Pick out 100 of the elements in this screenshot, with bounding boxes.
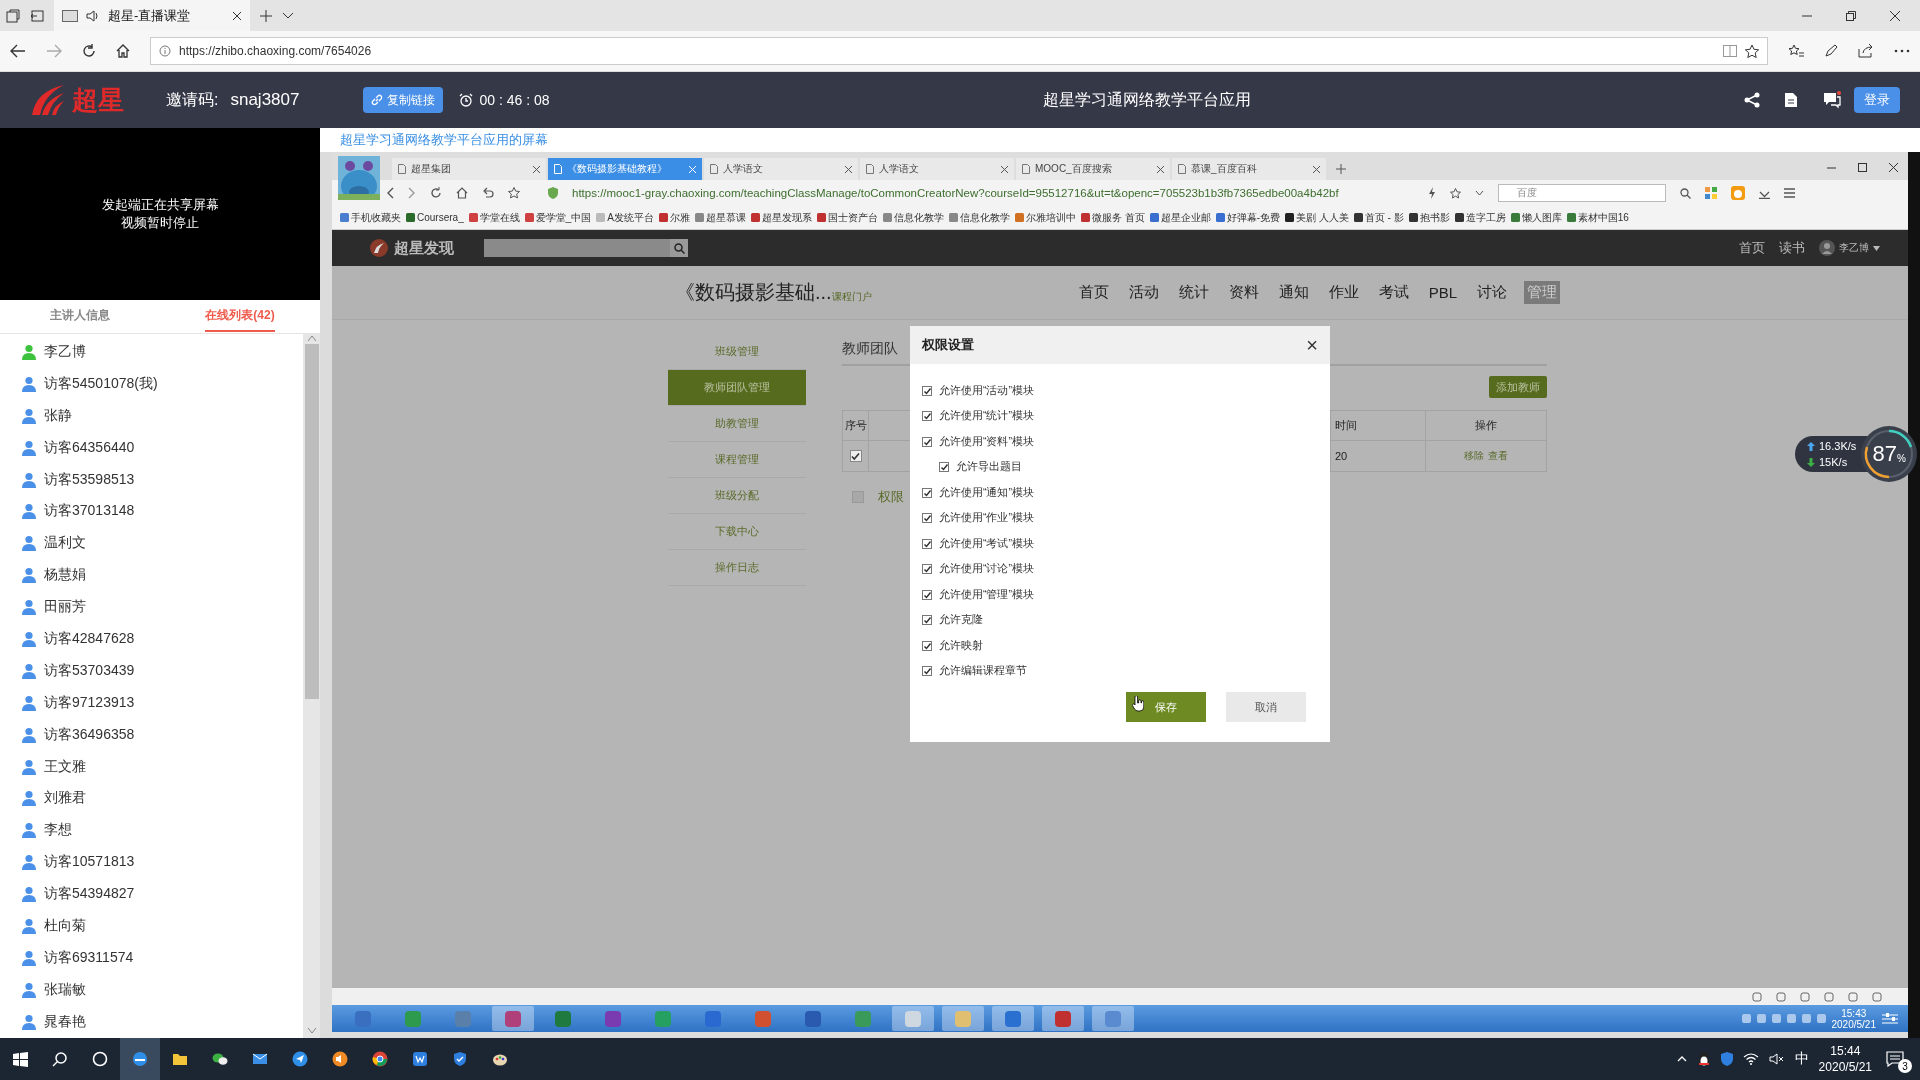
zoom-icon[interactable]: [1872, 991, 1882, 1002]
new-tab-icon[interactable]: [1336, 164, 1346, 174]
bookmark[interactable]: 信息化教学: [948, 210, 1010, 225]
share-icon[interactable]: [1744, 92, 1760, 108]
checkbox[interactable]: [849, 450, 862, 462]
speaker-icon[interactable]: [332, 1051, 348, 1067]
checkbox[interactable]: [922, 513, 932, 524]
course-nav-tab[interactable]: 活动: [1125, 281, 1162, 304]
tab-back-icon[interactable]: [30, 8, 44, 23]
menu-icon[interactable]: [1784, 188, 1795, 198]
browser-icon[interactable]: [132, 1051, 148, 1067]
course-nav-tab[interactable]: 通知: [1275, 281, 1312, 304]
course-nav-tab[interactable]: 作业: [1325, 281, 1362, 304]
star-icon[interactable]: [508, 187, 520, 199]
app-icon[interactable]: [504, 1009, 522, 1028]
home-icon[interactable]: [456, 187, 468, 199]
back-icon[interactable]: [386, 187, 394, 199]
scroll-up-icon[interactable]: [306, 334, 317, 342]
window-icon[interactable]: [1848, 991, 1858, 1002]
bookmark[interactable]: 好弹幕-免费: [1215, 210, 1281, 225]
lightning-icon[interactable]: [1428, 187, 1436, 199]
site-nav-link[interactable]: 读书: [1779, 239, 1805, 257]
input-method-indicator[interactable]: 中: [1794, 1050, 1809, 1068]
refresh-icon[interactable]: [1776, 991, 1786, 1002]
window-icon[interactable]: [6, 8, 20, 23]
user-name[interactable]: 李乙博: [1839, 241, 1869, 255]
bookmark[interactable]: 首页 - 影: [1353, 210, 1404, 225]
bookmark[interactable]: 手机收藏夹: [340, 210, 401, 225]
bookmark[interactable]: 尔雅: [658, 210, 690, 225]
pen-icon[interactable]: [1824, 44, 1838, 58]
chevron-down-icon[interactable]: [1475, 190, 1484, 196]
site-nav-link[interactable]: 首页: [1739, 239, 1765, 257]
bookmark[interactable]: 超星发现系: [750, 210, 812, 225]
save-button[interactable]: 保存: [1126, 692, 1206, 722]
browser-tab[interactable]: 人学语文: [860, 158, 1014, 180]
scroll-down-icon[interactable]: [306, 1027, 317, 1035]
bookmark[interactable]: 信息化教学: [882, 210, 944, 225]
search-icon[interactable]: [52, 1051, 68, 1067]
checkbox[interactable]: [922, 564, 932, 575]
share-icon[interactable]: [1858, 44, 1874, 58]
bookmark[interactable]: A发统平台: [596, 210, 654, 225]
bookmark[interactable]: Coursera_: [406, 212, 464, 223]
course-nav-tab[interactable]: 讨论: [1474, 281, 1510, 304]
chat-icon[interactable]: [212, 1051, 228, 1067]
close-icon[interactable]: [533, 165, 540, 173]
chevron-down-icon[interactable]: [282, 11, 294, 20]
checkbox[interactable]: [922, 385, 932, 396]
course-nav-tab[interactable]: 资料: [1225, 281, 1262, 304]
bookmark[interactable]: 素材中国16: [1566, 210, 1629, 225]
back-icon[interactable]: [10, 44, 26, 58]
course-nav-tab[interactable]: 首页: [1075, 281, 1112, 304]
close-icon[interactable]: [845, 165, 852, 173]
circle-icon[interactable]: [92, 1051, 108, 1067]
scrollbar[interactable]: [303, 334, 320, 1038]
paper-plane-icon[interactable]: [292, 1051, 308, 1067]
close-button[interactable]: ×: [1306, 335, 1318, 355]
close-icon[interactable]: [1890, 10, 1900, 21]
search-button[interactable]: [670, 239, 688, 257]
shield-icon[interactable]: [452, 1051, 468, 1067]
sliders-icon[interactable]: [1882, 1011, 1898, 1026]
mail-icon[interactable]: [252, 1051, 268, 1067]
checkbox[interactable]: [922, 436, 932, 447]
star-icon[interactable]: [1450, 187, 1461, 199]
grid-icon[interactable]: [1705, 187, 1717, 199]
bookmark[interactable]: 懒人图库: [1510, 210, 1562, 225]
close-icon[interactable]: [1313, 165, 1320, 173]
pin-icon[interactable]: [1752, 991, 1762, 1002]
document-icon[interactable]: [412, 1051, 428, 1067]
bookmark[interactable]: 超星慕课: [694, 210, 746, 225]
checkbox[interactable]: [922, 615, 932, 626]
checkbox[interactable]: [922, 666, 932, 677]
wifi-icon[interactable]: [1742, 1053, 1759, 1065]
browser-tab[interactable]: MOOC_百度搜索: [1016, 158, 1170, 180]
trash-icon[interactable]: [1800, 991, 1810, 1002]
chrome-icon[interactable]: [372, 1051, 388, 1067]
panel-tab[interactable]: 主讲人信息: [50, 301, 110, 332]
close-icon[interactable]: [232, 10, 242, 21]
new-tab-icon[interactable]: [260, 9, 272, 22]
course-nav-tab[interactable]: PBL: [1425, 282, 1460, 303]
checkbox[interactable]: [922, 538, 932, 549]
chat-icon[interactable]: [1822, 91, 1842, 109]
bookmark[interactable]: 学堂在线: [468, 210, 520, 225]
forward-icon[interactable]: [408, 187, 416, 199]
folder-icon[interactable]: [172, 1051, 188, 1067]
windows-logo-icon[interactable]: [12, 1051, 28, 1067]
checkbox[interactable]: [939, 462, 949, 473]
course-nav-tab[interactable]: 统计: [1175, 281, 1212, 304]
app-icon[interactable]: [1054, 1009, 1072, 1028]
undo-icon[interactable]: [482, 187, 494, 199]
reload-icon[interactable]: [430, 187, 442, 199]
checkbox[interactable]: [852, 491, 864, 503]
reload-icon[interactable]: [82, 44, 96, 58]
checkbox[interactable]: [922, 640, 932, 651]
document-icon[interactable]: [1784, 92, 1798, 108]
cancel-button[interactable]: 取消: [1226, 692, 1306, 722]
sound-icon[interactable]: [1824, 991, 1834, 1002]
bookmark[interactable]: 抱书影: [1408, 210, 1450, 225]
search-field[interactable]: 百度: [1498, 184, 1666, 202]
close-icon[interactable]: [1889, 163, 1898, 172]
muted-speaker-icon[interactable]: [1768, 1053, 1785, 1065]
